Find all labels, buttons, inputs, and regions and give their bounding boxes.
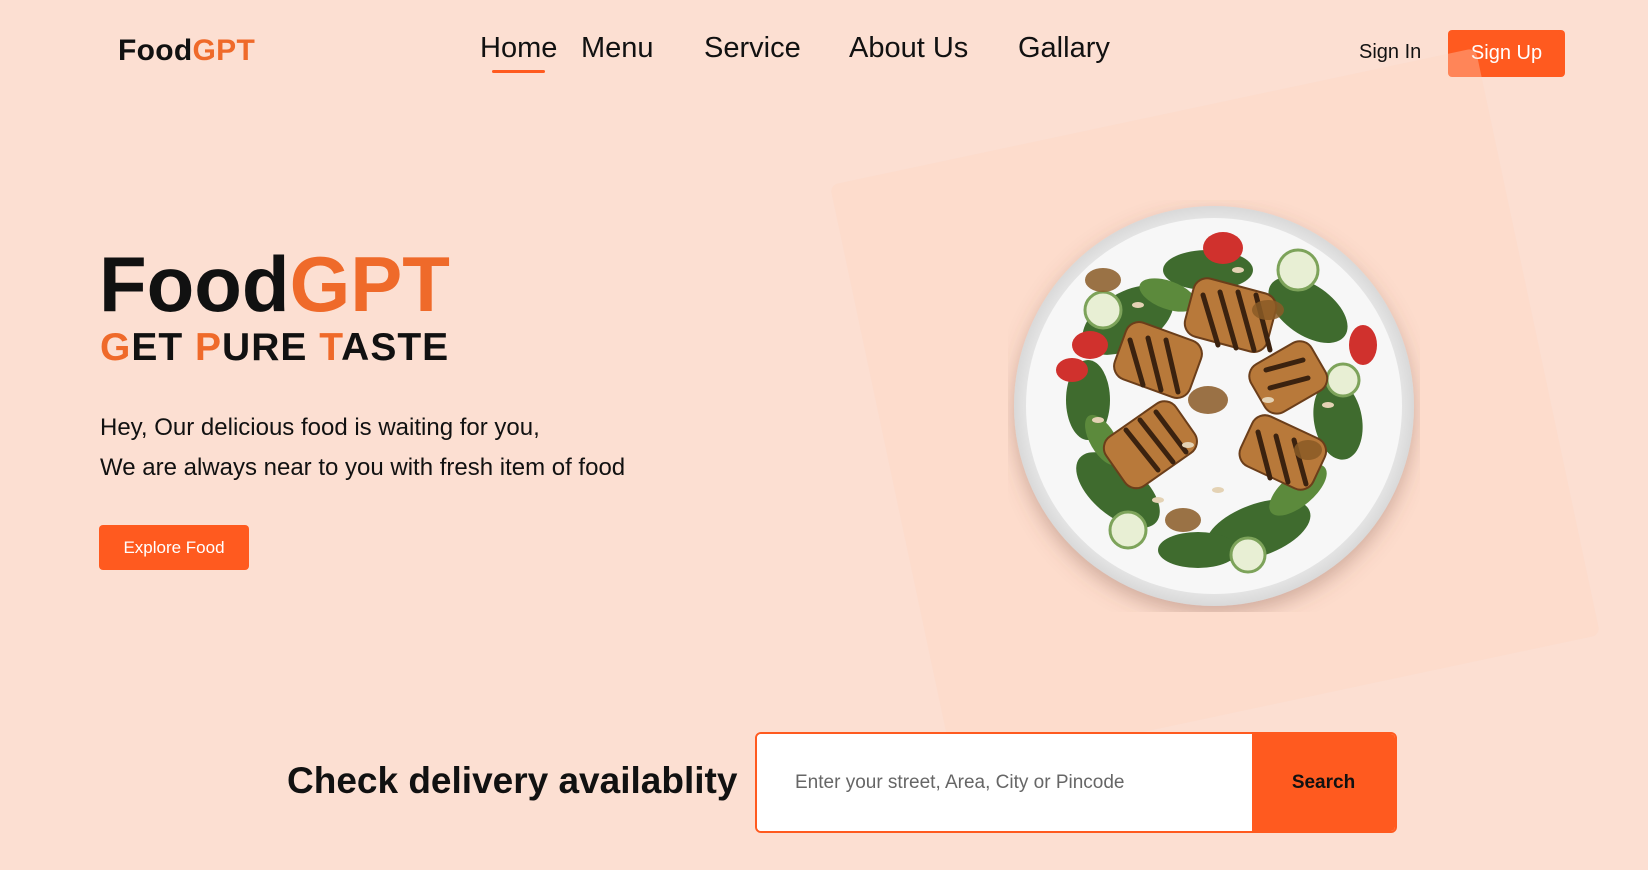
tagline-text-et: ET	[131, 326, 196, 369]
hero-title-part1: Food	[99, 240, 290, 328]
explore-food-button[interactable]: Explore Food	[99, 525, 249, 570]
search-button[interactable]: Search	[1252, 734, 1395, 831]
hero-tagline: GET PURE TASTE	[100, 326, 449, 370]
tagline-text-ure: URE	[222, 326, 320, 369]
delivery-search-box: Search	[755, 732, 1397, 833]
hero-description-line1: Hey, Our delicious food is waiting for y…	[100, 414, 540, 441]
hero-description-line2: We are always near to you with fresh ite…	[100, 454, 626, 481]
nav-about-us[interactable]: About Us	[849, 32, 968, 65]
nav-gallary[interactable]: Gallary	[1018, 32, 1110, 65]
tagline-letter-t: T	[319, 326, 342, 369]
salad-plate-image	[1014, 206, 1414, 606]
nav-home[interactable]: Home	[480, 32, 557, 73]
tagline-letter-p: P	[195, 326, 223, 369]
tagline-letter-g: G	[100, 326, 132, 369]
nav-service[interactable]: Service	[704, 32, 801, 65]
hero-title-part2: GPT	[289, 240, 450, 328]
delivery-heading: Check delivery availablity	[287, 760, 738, 801]
hero-title: FoodGPT	[99, 240, 450, 328]
nav-menu[interactable]: Menu	[581, 32, 654, 65]
tagline-text-aste: ASTE	[341, 326, 450, 369]
address-search-input[interactable]	[757, 734, 1254, 831]
